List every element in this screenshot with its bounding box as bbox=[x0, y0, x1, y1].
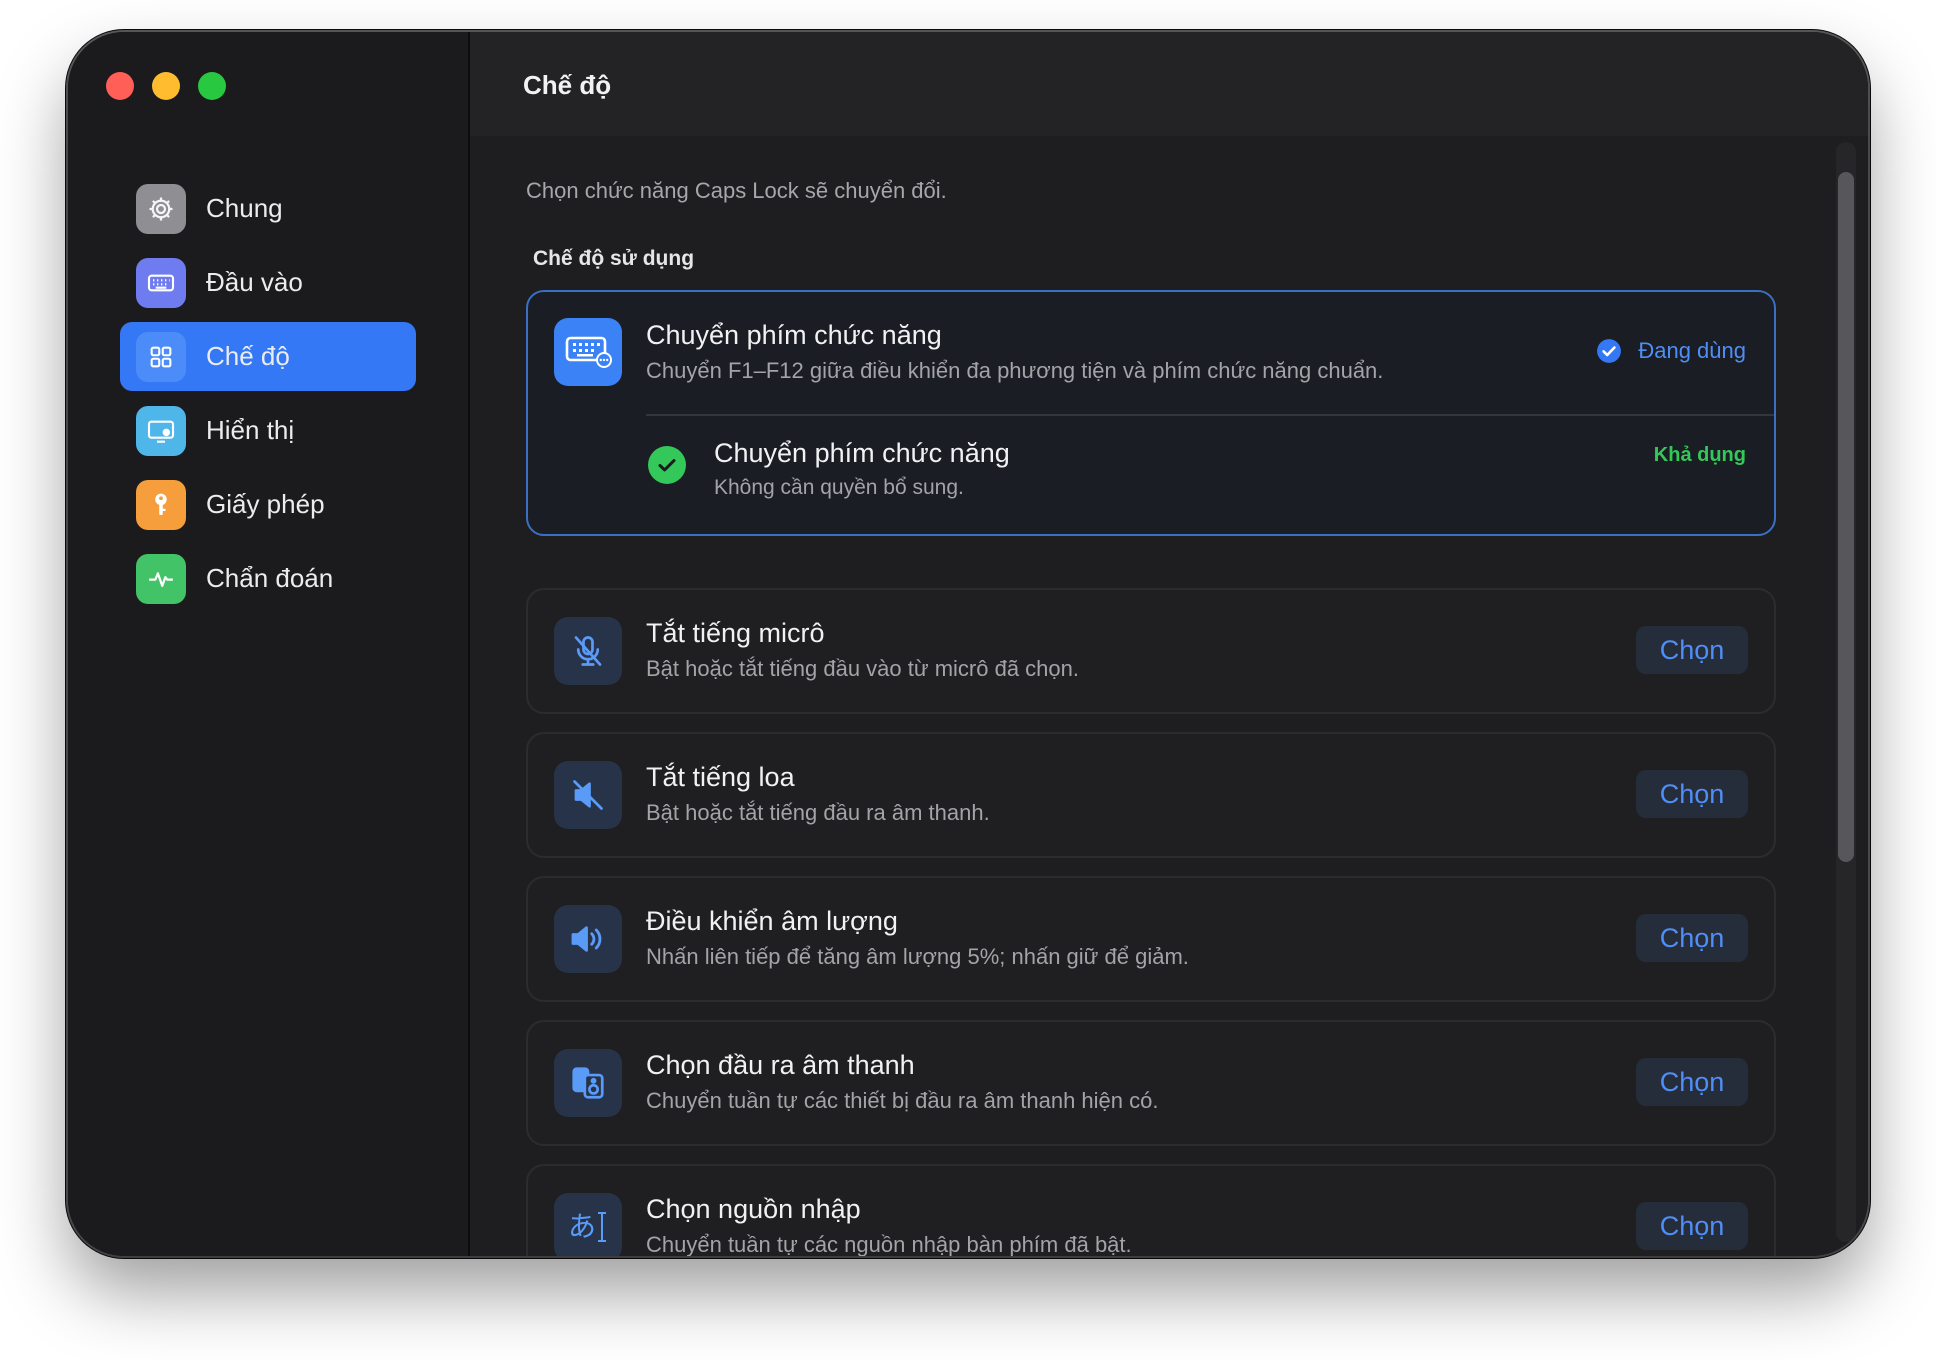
choose-button[interactable]: Chọn bbox=[1636, 770, 1748, 818]
sidebar-item-license[interactable]: Giấy phép bbox=[120, 470, 416, 539]
mode-card-input-source[interactable]: あ Chọn nguồn nhập Chuyển tuần tự các ngu… bbox=[526, 1164, 1776, 1256]
sidebar-item-label: Hiển thị bbox=[206, 415, 295, 445]
mic-slash-icon bbox=[554, 617, 622, 685]
choose-button[interactable]: Chọn bbox=[1636, 1058, 1748, 1106]
status-label: Đang dùng bbox=[1638, 338, 1746, 363]
input-source-glyph: あ bbox=[567, 1210, 596, 1243]
speaker-slash-icon bbox=[554, 761, 622, 829]
choose-button[interactable]: Chọn bbox=[1636, 914, 1748, 962]
choose-button[interactable]: Chọn bbox=[1636, 1202, 1748, 1250]
mode-title: Tắt tiếng micrô bbox=[646, 618, 825, 648]
mode-title: Tắt tiếng loa bbox=[646, 762, 795, 792]
app-window: Chung Đầu vào Chế độ Hiển thị Giấy phép … bbox=[68, 32, 1868, 1256]
minimize-button[interactable] bbox=[152, 72, 180, 100]
sidebar-item-label: Giấy phép bbox=[206, 489, 325, 519]
page-title: Chế độ bbox=[523, 70, 612, 100]
sidebar-item-general[interactable]: Chung bbox=[120, 174, 416, 243]
main-pane: Chế độ Chọn chức năng Caps Lock sẽ chuyể… bbox=[470, 32, 1868, 1256]
sidebar-item-mode[interactable]: Chế độ bbox=[120, 322, 416, 391]
display-icon bbox=[136, 405, 186, 456]
requirement-title: Chuyển phím chức năng bbox=[714, 438, 1010, 468]
speaker-wave-icon bbox=[554, 905, 622, 973]
scrollbar[interactable] bbox=[1836, 142, 1856, 1242]
mode-description: Nhấn liên tiếp để tăng âm lượng 5%; nhấn… bbox=[646, 944, 1189, 969]
mode-title: Chuyển phím chức năng bbox=[646, 320, 942, 350]
check-icon bbox=[648, 446, 686, 484]
mode-card-volume-control[interactable]: Điều khiển âm lượng Nhấn liên tiếp để tă… bbox=[526, 876, 1776, 1002]
page-subtitle: Chọn chức năng Caps Lock sẽ chuyển đổi. bbox=[526, 178, 947, 203]
sidebar-item-diagnostics[interactable]: Chẩn đoán bbox=[120, 544, 416, 613]
sidebar-item-input[interactable]: Đầu vào bbox=[120, 248, 416, 317]
close-button[interactable] bbox=[106, 72, 134, 100]
sidebar-item-label: Chế độ bbox=[206, 341, 290, 371]
speakers-icon bbox=[554, 1049, 622, 1117]
divider bbox=[646, 414, 1774, 416]
mode-title: Điều khiển âm lượng bbox=[646, 906, 898, 936]
mode-card-function-keys[interactable]: Chuyển phím chức năng Chuyển F1–F12 giữa… bbox=[526, 290, 1776, 536]
mode-description: Bật hoặc tắt tiếng đầu ra âm thanh. bbox=[646, 800, 990, 825]
mode-description: Chuyển tuần tự các nguồn nhập bàn phím đ… bbox=[646, 1232, 1132, 1256]
mode-description: Bật hoặc tắt tiếng đầu vào từ micrô đã c… bbox=[646, 656, 1079, 681]
sidebar-item-label: Chung bbox=[206, 193, 283, 223]
sidebar-item-label: Đầu vào bbox=[206, 267, 303, 297]
mode-card-mute-mic[interactable]: Tắt tiếng micrô Bật hoặc tắt tiếng đầu v… bbox=[526, 588, 1776, 714]
key-icon bbox=[136, 479, 186, 530]
section-title: Chế độ sử dụng bbox=[533, 247, 695, 270]
mode-title: Chọn nguồn nhập bbox=[646, 1194, 861, 1224]
gear-icon bbox=[136, 183, 186, 234]
pulse-icon bbox=[136, 553, 186, 604]
in-use-status: Đang dùng bbox=[1596, 338, 1746, 364]
titlebar: Chế độ bbox=[470, 32, 1868, 136]
mode-title: Chọn đầu ra âm thanh bbox=[646, 1050, 915, 1080]
grid-icon bbox=[136, 331, 186, 382]
window-controls bbox=[106, 72, 226, 100]
mode-card-mute-speaker[interactable]: Tắt tiếng loa Bật hoặc tắt tiếng đầu ra … bbox=[526, 732, 1776, 858]
requirement-description: Không cần quyền bổ sung. bbox=[714, 476, 964, 499]
mode-description: Chuyển F1–F12 giữa điều khiển đa phương … bbox=[646, 358, 1384, 383]
input-source-icon: あ bbox=[554, 1193, 622, 1256]
zoom-button[interactable] bbox=[198, 72, 226, 100]
keyboard-icon bbox=[136, 257, 186, 308]
mode-card-audio-output[interactable]: Chọn đầu ra âm thanh Chuyển tuần tự các … bbox=[526, 1020, 1776, 1146]
function-keyboard-icon bbox=[554, 318, 622, 386]
choose-button[interactable]: Chọn bbox=[1636, 626, 1748, 674]
scrollbar-thumb[interactable] bbox=[1838, 172, 1854, 862]
mode-description: Chuyển tuần tự các thiết bị đầu ra âm th… bbox=[646, 1088, 1159, 1113]
availability-badge: Khả dụng bbox=[1653, 444, 1746, 466]
checkmark-circle-icon bbox=[1597, 339, 1622, 363]
sidebar-nav: Chung Đầu vào Chế độ Hiển thị Giấy phép … bbox=[120, 174, 416, 618]
sidebar: Chung Đầu vào Chế độ Hiển thị Giấy phép … bbox=[68, 32, 470, 1256]
sidebar-item-display[interactable]: Hiển thị bbox=[120, 396, 416, 465]
sidebar-item-label: Chẩn đoán bbox=[206, 563, 334, 593]
